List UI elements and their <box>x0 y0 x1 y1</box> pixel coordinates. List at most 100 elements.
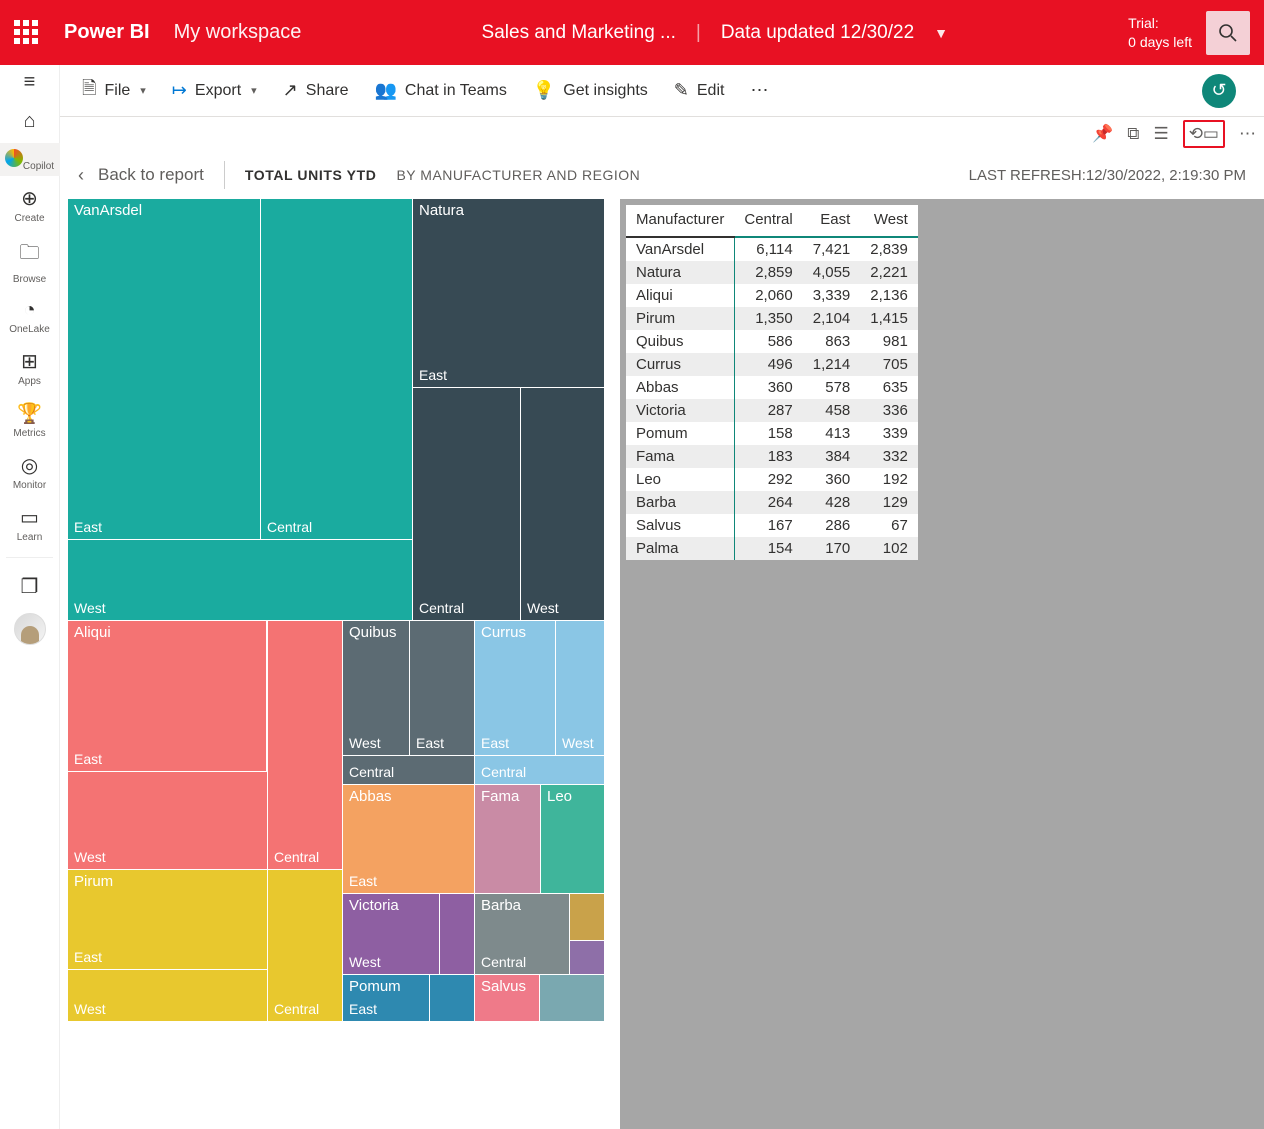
user-avatar[interactable] <box>14 613 46 645</box>
treemap-cell[interactable]: NaturaEast <box>413 199 604 387</box>
treemap-cell[interactable]: VanArsdelEast <box>68 199 260 539</box>
table-row[interactable]: Salvus 167 286 67 <box>626 514 918 537</box>
treemap-visual[interactable]: VanArsdelEast Central West NaturaEast Ce… <box>68 199 604 1021</box>
chat-teams-button[interactable]: 👥Chat in Teams <box>364 74 516 107</box>
divider <box>224 161 225 189</box>
cell-region: Central <box>481 764 526 780</box>
table-row[interactable]: Pomum 158 413 339 <box>626 422 918 445</box>
trial-label: Trial: <box>1128 14 1192 32</box>
treemap-cell[interactable]: West <box>68 772 267 869</box>
cell-east: 1,214 <box>803 353 861 376</box>
hamburger-button[interactable]: ≡ <box>0 65 60 100</box>
nav-copilot[interactable]: Copilot <box>0 143 60 176</box>
table-row[interactable]: Victoria 287 458 336 <box>626 399 918 422</box>
app-launcher-icon[interactable] <box>14 20 40 46</box>
nav-home[interactable]: ⌂ <box>0 104 60 139</box>
copy-icon[interactable]: ⧉ <box>1127 124 1139 144</box>
nav-learn[interactable]: ▭Learn <box>0 499 60 547</box>
table-row[interactable]: Barba 264 428 129 <box>626 491 918 514</box>
table-row[interactable]: Natura 2,859 4,055 2,221 <box>626 261 918 284</box>
nav-apps[interactable]: ⊞Apps <box>0 343 60 391</box>
treemap-cell[interactable]: Leo <box>541 785 604 893</box>
treemap-cell[interactable]: West <box>68 970 267 1021</box>
nav-browse[interactable]: 🗀Browse <box>0 232 60 289</box>
treemap-cell[interactable]: Central <box>261 199 412 539</box>
treemap-cell[interactable]: PirumEast <box>68 870 267 969</box>
treemap-cell[interactable] <box>540 975 604 1021</box>
table-row[interactable]: Palma 154 170 102 <box>626 537 918 560</box>
treemap-cell[interactable] <box>570 941 604 974</box>
data-updated-label[interactable]: Data updated 12/30/22 <box>721 22 914 44</box>
treemap-cell[interactable]: West <box>521 388 604 620</box>
treemap-cell[interactable] <box>440 894 474 974</box>
treemap-cell[interactable]: Central <box>268 870 342 1021</box>
cell-region: West <box>74 849 106 865</box>
treemap-cell[interactable]: QuibusWest <box>343 621 409 755</box>
treemap-cell[interactable]: East <box>410 621 474 755</box>
cell-mfr: Victoria <box>626 399 734 422</box>
table-row[interactable]: Aliqui 2,060 3,339 2,136 <box>626 284 918 307</box>
table-row[interactable]: Abbas 360 578 635 <box>626 376 918 399</box>
treemap-cell[interactable]: CurrusEast <box>475 621 555 755</box>
treemap-cell[interactable]: West <box>556 621 604 755</box>
table-row[interactable]: Fama 183 384 332 <box>626 445 918 468</box>
back-to-report[interactable]: ‹Back to report <box>78 165 204 186</box>
treemap-cell[interactable]: AliquiEast <box>68 621 266 771</box>
treemap-cell[interactable]: BarbaCentral <box>475 894 569 974</box>
filter-icon[interactable]: ☰ <box>1153 124 1168 144</box>
workspace-name[interactable]: My workspace <box>174 21 302 44</box>
search-button[interactable] <box>1206 11 1250 55</box>
treemap-cell[interactable]: West <box>68 540 412 620</box>
cell-mfr: Abbas <box>626 376 734 399</box>
treemap-cell[interactable]: VictoriaWest <box>343 894 439 974</box>
table-row[interactable]: Leo 292 360 192 <box>626 468 918 491</box>
treemap-cell[interactable]: AbbasEast <box>343 785 474 893</box>
cell-label: VanArsdel <box>74 202 142 219</box>
visual-title: TOTAL UNITS YTD <box>245 167 377 183</box>
chevron-down-icon[interactable]: ▼ <box>934 25 948 41</box>
col-central[interactable]: Central <box>734 205 802 237</box>
cell-west: 1,415 <box>860 307 918 330</box>
table-row[interactable]: Currus 496 1,214 705 <box>626 353 918 376</box>
nav-onelake[interactable]: ◔OneLake <box>0 293 60 339</box>
global-header: Power BI My workspace Sales and Marketin… <box>0 0 1264 65</box>
treemap-cell[interactable]: PomumEast <box>343 975 429 1021</box>
table-row[interactable]: Pirum 1,350 2,104 1,415 <box>626 307 918 330</box>
cell-central: 167 <box>734 514 802 537</box>
pin-icon[interactable]: 📌 <box>1092 124 1113 144</box>
col-manufacturer[interactable]: Manufacturer <box>626 205 734 237</box>
reset-button[interactable]: ↺ <box>1202 74 1236 108</box>
col-east[interactable]: East <box>803 205 861 237</box>
treemap-cell[interactable]: Central <box>343 756 474 784</box>
edit-button[interactable]: ✎Edit <box>664 74 735 107</box>
table-row[interactable]: VanArsdel 6,114 7,421 2,839 <box>626 237 918 261</box>
nav-metrics[interactable]: 🏆Metrics <box>0 395 60 443</box>
export-menu[interactable]: ↦Export▾ <box>162 74 267 107</box>
nav-workspaces[interactable]: ❐ <box>0 568 60 605</box>
treemap-cell[interactable]: Central <box>413 388 520 620</box>
brand-label[interactable]: Power BI <box>64 21 150 44</box>
last-refresh: LAST REFRESH:12/30/2022, 2:19:30 PM <box>969 167 1246 184</box>
cell-mfr: Palma <box>626 537 734 560</box>
treemap-cell[interactable] <box>430 975 474 1021</box>
nav-monitor[interactable]: ◎Monitor <box>0 447 60 495</box>
data-table[interactable]: Manufacturer Central East West VanArsdel… <box>626 205 918 560</box>
share-button[interactable]: ↗Share <box>273 74 359 107</box>
more-menu[interactable]: ⋯ <box>740 74 778 107</box>
switch-layout-icon[interactable]: ⟲▭ <box>1183 120 1225 148</box>
nav-create[interactable]: ⊕Create <box>0 180 60 228</box>
treemap-cell[interactable]: Central <box>475 756 604 784</box>
more-icon[interactable]: ⋯ <box>1239 124 1256 144</box>
treemap-cell[interactable]: Salvus <box>475 975 539 1021</box>
treemap-cell[interactable] <box>570 894 604 940</box>
treemap-cell[interactable]: Fama <box>475 785 540 893</box>
cell-label: Quibus <box>349 624 397 641</box>
table-row[interactable]: Quibus 586 863 981 <box>626 330 918 353</box>
trial-badge[interactable]: Trial: 0 days left <box>1128 14 1192 50</box>
treemap-cell[interactable]: Central <box>268 621 342 869</box>
col-west[interactable]: West <box>860 205 918 237</box>
cell-central: 183 <box>734 445 802 468</box>
file-menu[interactable]: 🗎File▾ <box>72 70 156 112</box>
get-insights-button[interactable]: 💡Get insights <box>523 74 658 107</box>
report-title[interactable]: Sales and Marketing ... <box>482 22 676 44</box>
